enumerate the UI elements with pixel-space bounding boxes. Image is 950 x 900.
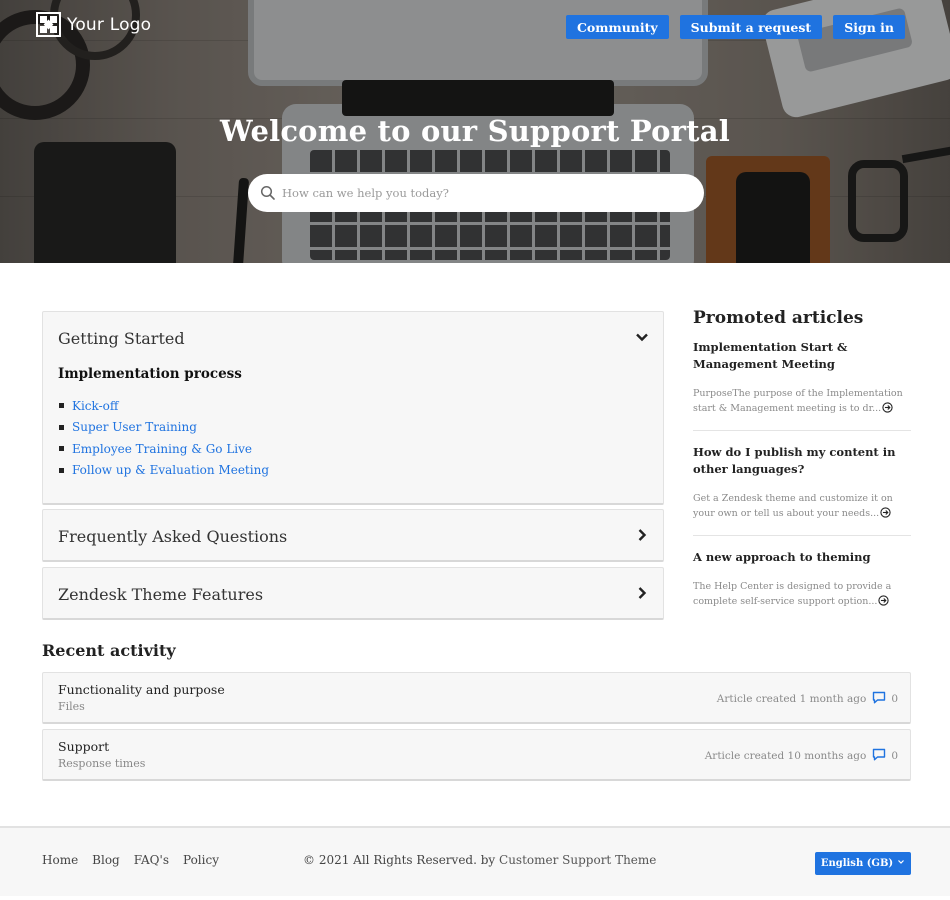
category-header[interactable]: Getting Started [43,312,663,364]
search-input[interactable] [282,186,682,200]
article-link[interactable]: Super User Training [72,420,197,434]
copyright: © 2021 All Rights Reserved. by Customer … [303,853,656,867]
promoted-excerpt: The Help Center is designed to provide a… [693,579,911,611]
activity-item[interactable]: Functionality and purpose Files Article … [42,672,911,724]
category-header[interactable]: Frequently Asked Questions [43,510,663,562]
logo-mark-icon [36,12,61,37]
footer: Home Blog FAQ's Policy © 2021 All Rights… [0,826,950,896]
sign-in-button[interactable]: Sign in [833,15,905,39]
category-title: Getting Started [58,328,185,348]
list-item: Employee Training & Go Live [59,438,663,460]
bullet [59,446,64,452]
category-faq: Frequently Asked Questions [42,509,664,562]
activity-date: Article created 1 month ago [716,693,867,705]
language-label: English (GB) [820,858,894,869]
category-title: Zendesk Theme Features [58,584,264,604]
article-link[interactable]: Follow up & Evaluation Meeting [72,463,269,477]
community-button[interactable]: Community [565,15,669,39]
footer-link-policy[interactable]: Policy [183,853,219,867]
submit-request-button[interactable]: Submit a request [679,15,823,39]
list-item: Super User Training [59,417,663,439]
copyright-text: © 2021 All Rights Reserved. by [303,853,496,867]
promoted-heading: Promoted articles [693,308,864,328]
promoted-excerpt: Get a Zendesk theme and customize it on … [693,491,911,523]
chevron-down-icon [635,329,649,348]
circle-arrow-right-icon[interactable] [878,595,890,611]
footer-nav: Home Blog FAQ's Policy [42,853,219,867]
promoted-item: How do I publish my content in other lan… [693,444,911,536]
category-getting-started: Getting Started Implementation process K… [42,311,664,505]
promoted-title[interactable]: Implementation Start & Management Meetin… [693,339,911,373]
chevron-right-icon [635,585,649,604]
section-title: Implementation process [58,366,242,382]
comment-icon [872,748,886,764]
activity-meta: Article created 1 month ago 0 [717,691,898,707]
footer-link-home[interactable]: Home [42,853,78,867]
chevron-down-icon [897,858,905,869]
theme-link[interactable]: Customer Support Theme [499,853,656,867]
category-theme-features: Zendesk Theme Features [42,567,664,620]
top-nav: Community Submit a request Sign in [565,15,905,39]
article-list: Kick-off Super User Training Employee Tr… [59,395,663,481]
activity-meta: Article created 10 months ago 0 [705,748,898,764]
footer-link-blog[interactable]: Blog [92,853,120,867]
footer-link-faq[interactable]: FAQ's [134,853,169,867]
promoted-title[interactable]: A new approach to theming [693,549,911,566]
recent-activity-heading: Recent activity [42,641,176,660]
promoted-item: Implementation Start & Management Meetin… [693,339,911,431]
comment-icon [872,691,886,707]
article-link[interactable]: Kick-off [72,399,118,413]
search-icon [260,185,276,201]
bullet [59,467,64,473]
list-item: Follow up & Evaluation Meeting [59,460,663,482]
chevron-right-icon [635,527,649,546]
circle-arrow-right-icon[interactable] [880,507,891,523]
language-selector[interactable]: English (GB) [815,852,911,875]
activity-date: Article created 10 months ago [704,750,867,762]
comment-count: 0 [891,693,898,705]
activity-section: Files [58,700,85,713]
comment-count: 0 [891,750,898,762]
article-link[interactable]: Employee Training & Go Live [72,442,252,456]
bullet [59,403,64,409]
list-item: Kick-off [59,395,663,417]
promoted-excerpt: PurposeThe purpose of the Implementation… [693,386,911,418]
category-header[interactable]: Zendesk Theme Features [43,568,663,620]
logo[interactable]: Your Logo [36,12,151,37]
activity-title[interactable]: Support [58,739,109,754]
search-bar[interactable] [248,174,704,212]
page-title: Welcome to our Support Portal [220,114,730,148]
logo-text: Your Logo [67,14,152,35]
circle-arrow-right-icon[interactable] [882,402,893,418]
promoted-title[interactable]: How do I publish my content in other lan… [693,444,911,478]
promoted-articles: Promoted articles Implementation Start &… [693,308,911,636]
activity-item[interactable]: Support Response times Article created 1… [42,729,911,781]
promoted-item: A new approach to theming The Help Cente… [693,549,911,623]
category-title: Frequently Asked Questions [58,526,288,546]
activity-title[interactable]: Functionality and purpose [58,682,225,697]
activity-section: Response times [58,757,146,770]
hero-banner: Your Logo Community Submit a request Sig… [0,0,950,263]
bullet [59,424,64,430]
